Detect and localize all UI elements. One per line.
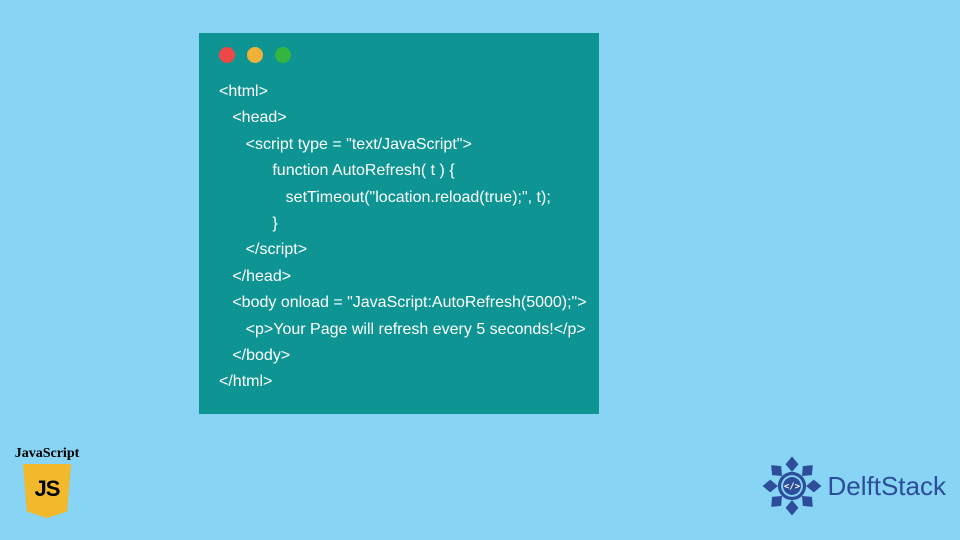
javascript-shield-icon: JS	[23, 464, 71, 518]
window-maximize-icon	[275, 47, 291, 63]
brand-name: DelftStack	[828, 471, 947, 502]
javascript-label: JavaScript	[6, 446, 88, 462]
window-minimize-icon	[247, 47, 263, 63]
window-close-icon	[219, 47, 235, 63]
delftstack-emblem-icon: </>	[760, 454, 824, 518]
javascript-badge: JavaScript JS	[6, 446, 88, 518]
code-window: <html> <head> <script type = "text/JavaS…	[199, 33, 599, 414]
javascript-logo-text: JS	[35, 476, 60, 502]
svg-text:</>: </>	[783, 482, 799, 492]
code-snippet: <html> <head> <script type = "text/JavaS…	[219, 79, 579, 396]
window-traffic-lights	[219, 47, 579, 63]
brand-logo-group: </> DelftStack	[760, 454, 947, 518]
